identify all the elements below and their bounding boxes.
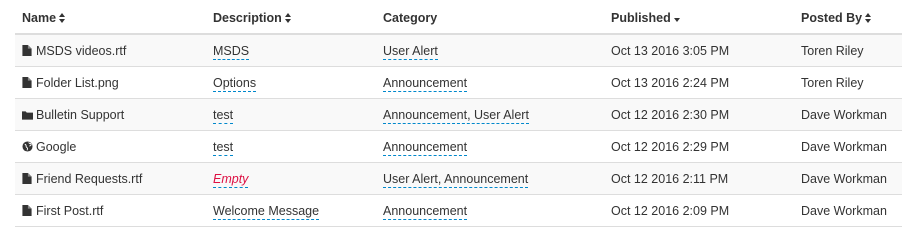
published-date: Oct 12 2016 2:30 PM <box>611 107 730 122</box>
category-editable-link[interactable]: User Alert <box>383 43 438 60</box>
posted-by-name: Dave Workman <box>801 107 887 122</box>
item-name[interactable]: MSDS videos.rtf <box>36 44 126 58</box>
posted-by-name: Dave Workman <box>801 171 887 186</box>
posted-by-header-label: Posted By <box>801 10 863 25</box>
description-cell: test <box>206 98 376 131</box>
description-editable-link[interactable]: test <box>213 107 234 124</box>
item-name[interactable]: Friend Requests.rtf <box>36 172 142 186</box>
description-editable-link[interactable]: Options <box>213 75 257 92</box>
file-icon <box>22 76 32 88</box>
description-cell: Welcome Message <box>206 194 376 227</box>
category-cell: Announcement <box>376 66 604 99</box>
table-row: Folder List.png Options Announcement Oct 13… <box>15 66 902 99</box>
published-cell: Oct 12 2016 2:29 PM <box>604 130 794 163</box>
posted-by-name: Toren Riley <box>801 43 864 58</box>
globe-icon <box>22 140 33 152</box>
sort-icon <box>865 13 872 24</box>
category-cell: Announcement <box>376 130 604 163</box>
published-date: Oct 12 2016 2:11 PM <box>611 171 729 186</box>
published-header-label: Published <box>611 10 671 25</box>
posted-by-cell: Dave Workman <box>794 194 902 227</box>
published-cell: Oct 12 2016 2:09 PM <box>604 194 794 227</box>
sort-descending-icon <box>673 17 680 22</box>
posted-by-cell: Toren Riley <box>794 66 902 99</box>
description-cell: Empty <box>206 162 376 195</box>
category-cell: User Alert, Announcement <box>376 162 604 195</box>
category-editable-link[interactable]: Announcement <box>383 203 468 220</box>
table-row: Bulletin Support test Announcement, User A… <box>15 98 902 131</box>
category-editable-link[interactable]: Announcement, User Alert <box>383 107 529 124</box>
item-name[interactable]: Google <box>36 140 76 154</box>
category-editable-link[interactable]: Announcement <box>383 139 468 156</box>
posted-by-cell: Toren Riley <box>794 33 902 67</box>
description-editable-link[interactable]: MSDS <box>213 43 250 60</box>
item-name[interactable]: Folder List.png <box>36 76 119 90</box>
posted-by-cell: Dave Workman <box>794 130 902 163</box>
published-date: Oct 12 2016 2:29 PM <box>611 139 730 154</box>
file-icon <box>22 204 32 216</box>
posted-by-name: Dave Workman <box>801 203 887 218</box>
table-header-row: Name Description Category Published Post… <box>15 2 902 35</box>
description-header-label: Description <box>213 10 282 25</box>
category-cell: User Alert <box>376 33 604 67</box>
posted-by-name: Dave Workman <box>801 139 887 154</box>
name-cell[interactable]: Bulletin Support <box>15 98 206 131</box>
category-editable-link[interactable]: Announcement <box>383 75 468 92</box>
name-cell[interactable]: Folder List.png <box>15 66 206 99</box>
description-editable-link[interactable]: test <box>213 139 234 156</box>
published-cell: Oct 13 2016 2:24 PM <box>604 66 794 99</box>
published-cell: Oct 13 2016 3:05 PM <box>604 33 794 67</box>
published-column-header[interactable]: Published <box>604 2 794 35</box>
table-row: Friend Requests.rtf Empty User Alert, Anno… <box>15 162 902 195</box>
sort-icon <box>59 13 66 24</box>
category-column-header: Category <box>376 2 604 35</box>
description-cell: Options <box>206 66 376 99</box>
posted-by-cell: Dave Workman <box>794 162 902 195</box>
published-cell: Oct 12 2016 2:30 PM <box>604 98 794 131</box>
category-header-label: Category <box>383 10 438 25</box>
table-row: Google test Announcement Oct 12 2016 2:29 P… <box>15 130 902 163</box>
category-cell: Announcement <box>376 194 604 227</box>
published-date: Oct 13 2016 3:05 PM <box>611 43 730 58</box>
file-icon <box>22 44 32 56</box>
name-cell[interactable]: First Post.rtf <box>15 194 206 227</box>
posted-by-column-header[interactable]: Posted By <box>794 2 902 35</box>
category-editable-link[interactable]: User Alert, Announcement <box>383 171 529 188</box>
published-cell: Oct 12 2016 2:11 PM <box>604 162 794 195</box>
posted-by-name: Toren Riley <box>801 75 864 90</box>
published-date: Oct 12 2016 2:09 PM <box>611 203 730 218</box>
description-column-header[interactable]: Description <box>206 2 376 35</box>
sort-icon <box>284 13 291 24</box>
bulletins-table: Name Description Category Published Post… <box>15 2 902 227</box>
category-cell: Announcement, User Alert <box>376 98 604 131</box>
item-name[interactable]: Bulletin Support <box>36 108 124 122</box>
description-editable-link[interactable]: Welcome Message <box>213 203 320 220</box>
name-column-header[interactable]: Name <box>15 2 206 35</box>
description-editable-link[interactable]: Empty <box>213 171 249 188</box>
published-date: Oct 13 2016 2:24 PM <box>611 75 730 90</box>
file-icon <box>22 172 32 184</box>
table-row: First Post.rtf Welcome Message Announcemen… <box>15 194 902 227</box>
description-cell: MSDS <box>206 33 376 67</box>
item-name[interactable]: First Post.rtf <box>36 204 103 218</box>
description-cell: test <box>206 130 376 163</box>
name-cell[interactable]: MSDS videos.rtf <box>15 33 206 67</box>
name-header-label: Name <box>22 10 57 25</box>
table-row: MSDS videos.rtf MSDS User Alert Oct 13 2016… <box>15 33 902 67</box>
posted-by-cell: Dave Workman <box>794 98 902 131</box>
name-cell[interactable]: Friend Requests.rtf <box>15 162 206 195</box>
name-cell[interactable]: Google <box>15 130 206 163</box>
folder-icon <box>22 109 33 120</box>
